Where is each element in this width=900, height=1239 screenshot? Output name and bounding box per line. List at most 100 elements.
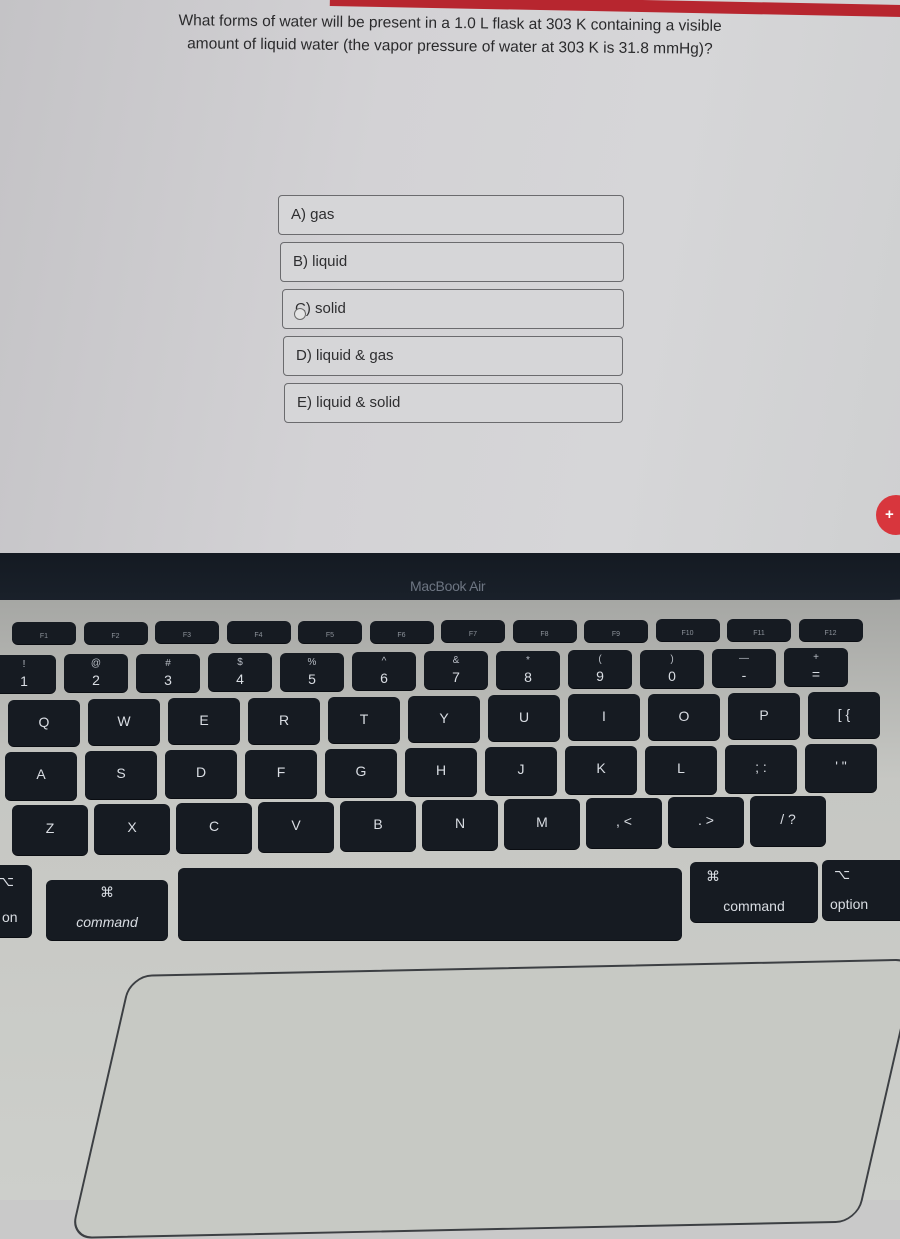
key-0-label: 0	[668, 667, 676, 684]
trackpad[interactable]	[69, 958, 900, 1239]
key-bracket-label: [ {	[837, 706, 851, 722]
key-3-label: 3	[164, 671, 172, 688]
key-slash-label: / ?	[780, 811, 796, 827]
key-h-label: H	[435, 762, 447, 778]
key-9[interactable]: (9	[568, 650, 632, 689]
key-minus-secondary-label: —	[739, 653, 749, 664]
key-n-label: N	[454, 815, 466, 831]
key-p[interactable]: P	[728, 692, 800, 739]
key-2-label: 2	[92, 672, 100, 689]
key-c[interactable]: C	[176, 803, 252, 853]
key-3[interactable]: #3	[136, 653, 200, 692]
key-right-command[interactable]: ⌘ command	[690, 862, 818, 922]
key-k[interactable]: K	[565, 746, 637, 795]
key-f1-secondary-label: F1	[39, 633, 49, 640]
key-right-option[interactable]: ⌥ option	[822, 860, 900, 920]
key-comma[interactable]: , <	[586, 798, 662, 848]
key-y[interactable]: Y	[408, 696, 480, 742]
key-f8[interactable]: F8	[512, 619, 577, 642]
key-u[interactable]: U	[488, 695, 560, 742]
option-b-label: B) liquid	[293, 253, 348, 270]
key-q-label: Q	[38, 714, 50, 730]
key-5-secondary-label: %	[307, 656, 317, 668]
key-f6[interactable]: F6	[369, 620, 434, 643]
key-f[interactable]: F	[245, 749, 317, 798]
key-j[interactable]: J	[485, 747, 557, 796]
key-1-secondary-label: !	[22, 659, 26, 670]
key-x[interactable]: X	[94, 804, 170, 854]
key-f5[interactable]: F5	[298, 620, 362, 643]
key-2[interactable]: @2	[64, 654, 128, 693]
key-f3[interactable]: F3	[155, 621, 219, 644]
key-f12[interactable]: F12	[798, 618, 863, 641]
key-f4[interactable]: F4	[226, 621, 291, 644]
key-semicolon[interactable]: ; :	[725, 744, 797, 793]
key-f2[interactable]: F2	[83, 621, 148, 644]
key-o[interactable]: O	[648, 693, 720, 740]
key-left-command-text: command	[76, 914, 138, 930]
key-r[interactable]: R	[248, 697, 320, 744]
key-space[interactable]	[178, 868, 682, 940]
key-q[interactable]: Q	[8, 700, 80, 746]
key-bracket[interactable]: [ {	[808, 692, 880, 738]
key-1[interactable]: ! 1	[0, 655, 56, 693]
key-v[interactable]: V	[258, 802, 334, 852]
key-8[interactable]: * 8	[496, 650, 560, 689]
key-5[interactable]: % 5	[280, 652, 344, 691]
key-period-label: . >	[698, 812, 714, 828]
key-b[interactable]: B	[340, 801, 416, 851]
option-a-label: A) gas	[291, 206, 335, 223]
key-i[interactable]: I	[568, 694, 640, 741]
key-7-label: 7	[452, 669, 460, 686]
key-slash[interactable]: / ?	[750, 796, 826, 846]
key-d[interactable]: D	[165, 750, 237, 799]
key-0-secondary-label: )	[670, 653, 674, 665]
key-g[interactable]: G	[325, 748, 397, 797]
key-g-label: G	[355, 762, 367, 779]
key-f11[interactable]: F11	[727, 619, 791, 641]
key-f3-secondary-label: F3	[182, 632, 192, 640]
key-equals[interactable]: + =	[784, 648, 848, 687]
option-e[interactable]: E) liquid & solid	[284, 383, 623, 423]
key-f1[interactable]: F1	[12, 622, 76, 644]
option-d[interactable]: D) liquid & gas	[283, 336, 623, 376]
key-4[interactable]: $4	[208, 653, 272, 692]
key-left-option[interactable]: ⌥ on	[0, 865, 32, 937]
option-b[interactable]: B) liquid	[280, 242, 624, 282]
key-s[interactable]: S	[85, 751, 157, 800]
key-f-label: F	[276, 763, 286, 780]
key-t[interactable]: T	[328, 696, 400, 743]
key-2-secondary-label: @	[90, 658, 102, 670]
key-f12-secondary-label: F12	[824, 629, 837, 637]
option-a[interactable]: A) gas	[278, 195, 624, 235]
answer-options: A) gas B) liquid C) solid D) liquid & ga…	[278, 195, 624, 430]
key-n[interactable]: N	[422, 800, 498, 850]
key-r-label: R	[278, 711, 290, 728]
key-e[interactable]: E	[168, 698, 240, 745]
option-c[interactable]: C) solid	[282, 289, 624, 329]
key-left-command[interactable]: ⌘ command	[46, 880, 168, 940]
key-z[interactable]: Z	[12, 805, 88, 855]
key-a[interactable]: A	[5, 752, 77, 800]
key-f9[interactable]: F9	[584, 619, 648, 642]
key-quote[interactable]: ' "	[805, 744, 877, 792]
key-9-secondary-label: (	[598, 654, 602, 666]
key-right-command-text: command	[723, 898, 785, 914]
key-h[interactable]: H	[405, 748, 477, 796]
add-button[interactable]: +	[876, 495, 900, 535]
key-period[interactable]: . >	[668, 797, 744, 847]
key-m[interactable]: M	[504, 799, 580, 849]
question-line-2: amount of liquid water (the vapor pressu…	[187, 35, 713, 58]
hand-cursor-icon	[294, 308, 306, 320]
key-minus[interactable]: — -	[712, 649, 776, 687]
key-6[interactable]: ^ 6	[352, 652, 416, 690]
key-f7[interactable]: F7	[441, 620, 505, 643]
key-w[interactable]: W	[88, 699, 160, 746]
key-0[interactable]: ) 0	[640, 649, 704, 688]
key-u-label: U	[518, 709, 530, 726]
key-l[interactable]: L	[645, 745, 717, 794]
key-f10[interactable]: F10	[655, 619, 720, 642]
key-f9-secondary-label: F9	[611, 630, 621, 638]
key-l-label: L	[677, 759, 685, 776]
key-7[interactable]: & 7	[424, 651, 488, 690]
